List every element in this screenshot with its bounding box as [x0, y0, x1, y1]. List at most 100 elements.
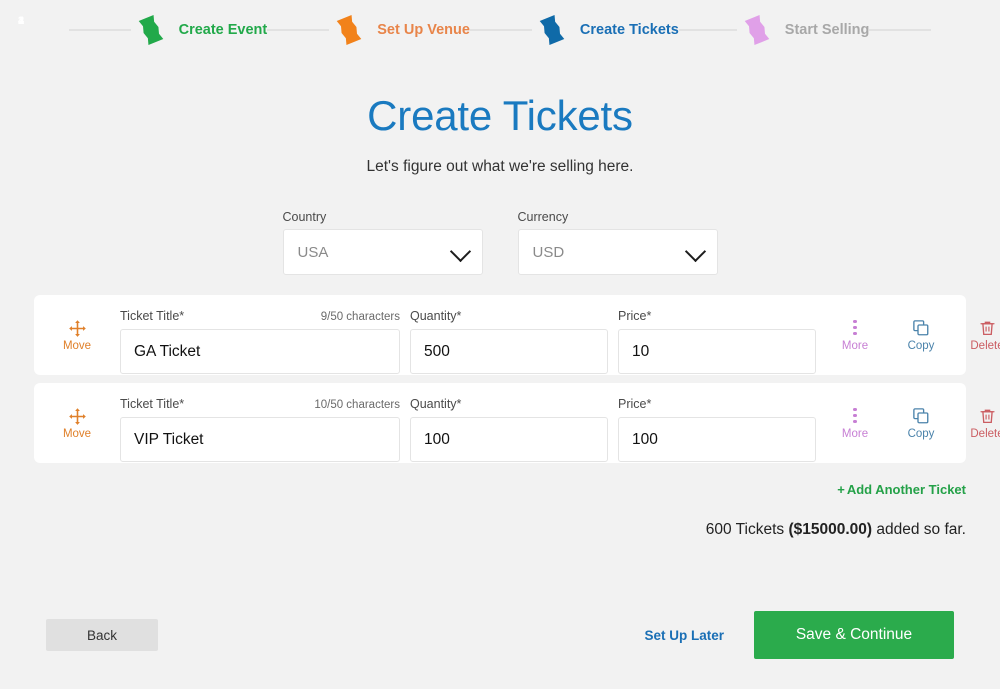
price-value: 10	[632, 343, 649, 361]
copy-icon	[912, 407, 930, 425]
move-handle[interactable]: Move	[34, 407, 120, 440]
price-input[interactable]: 100	[618, 417, 816, 462]
stepper-connector	[869, 29, 931, 31]
quantity-input[interactable]: 500	[410, 329, 608, 374]
stepper-step-3[interactable]: 3 Create Tickets	[532, 10, 679, 50]
add-another-ticket-row: +Add Another Ticket	[0, 471, 1000, 499]
ticket-title-value: GA Ticket	[134, 343, 200, 361]
stepper-step-4[interactable]: 4 Start Selling	[737, 10, 870, 50]
row-actions: More Copy Delete	[832, 407, 1000, 440]
add-another-ticket-button[interactable]: +Add Another Ticket	[837, 482, 966, 497]
copy-button[interactable]: Copy	[898, 407, 944, 440]
step-number: 4	[1, 1, 41, 41]
save-and-continue-button[interactable]: Save & Continue	[754, 611, 954, 659]
delete-label: Delete	[970, 428, 1000, 440]
step-label-create-tickets: Create Tickets	[580, 22, 679, 38]
stepper-step-2[interactable]: 2 Set Up Venue	[329, 10, 470, 50]
currency-field-group: Currency USD	[518, 210, 718, 275]
row-actions: More Copy Delete	[832, 319, 1000, 352]
ticket-icon	[737, 10, 777, 50]
ticket-icon	[131, 10, 171, 50]
currency-label: Currency	[518, 210, 718, 224]
quantity-field-group: Quantity* 100	[410, 397, 608, 462]
summary-amount: ($15000.00)	[788, 521, 872, 538]
footer-actions: Back Set Up Later Save & Continue	[0, 611, 1000, 659]
delete-button[interactable]: Delete	[964, 319, 1000, 352]
move-label: Move	[63, 428, 91, 440]
more-button[interactable]: More	[832, 319, 878, 352]
plus-icon: +	[837, 482, 845, 497]
ticket-icon	[532, 10, 572, 50]
ticket-title-field-group: Ticket Title* 9/50 characters GA Ticket	[120, 309, 400, 374]
ticket-icon	[329, 10, 369, 50]
trash-icon	[979, 407, 996, 425]
copy-button[interactable]: Copy	[898, 319, 944, 352]
move-icon	[68, 407, 87, 426]
locale-settings: Country USA Currency USD	[0, 210, 1000, 275]
chevron-down-icon	[684, 241, 705, 262]
chevron-down-icon	[449, 241, 470, 262]
more-label: More	[842, 340, 868, 352]
quantity-input[interactable]: 100	[410, 417, 608, 462]
character-counter: 9/50 characters	[321, 311, 400, 323]
stepper-step-1[interactable]: 1 Create Event	[131, 10, 268, 50]
quantity-label: Quantity*	[410, 397, 461, 411]
delete-label: Delete	[970, 340, 1000, 352]
copy-label: Copy	[908, 428, 935, 440]
more-vertical-icon	[853, 319, 856, 337]
trash-icon	[979, 319, 996, 337]
more-button[interactable]: More	[832, 407, 878, 440]
page-subtitle: Let's figure out what we're selling here…	[0, 158, 1000, 176]
country-select[interactable]: USA	[283, 229, 483, 275]
copy-label: Copy	[908, 340, 935, 352]
stepper-connector	[267, 29, 329, 31]
price-field-group: Price* 100	[618, 397, 816, 462]
ticket-title-input[interactable]: GA Ticket	[120, 329, 400, 374]
ticket-title-input[interactable]: VIP Ticket	[120, 417, 400, 462]
ticket-title-field-group: Ticket Title* 10/50 characters VIP Ticke…	[120, 397, 400, 462]
country-label: Country	[283, 210, 483, 224]
stepper-connector	[69, 29, 131, 31]
move-icon	[68, 319, 87, 338]
page-title: Create Tickets	[0, 92, 1000, 140]
move-handle[interactable]: Move	[34, 319, 120, 352]
ticket-title-label: Ticket Title*	[120, 309, 184, 323]
stepper-connector	[470, 29, 532, 31]
quantity-label: Quantity*	[410, 309, 461, 323]
quantity-value: 500	[424, 343, 450, 361]
price-field-group: Price* 10	[618, 309, 816, 374]
currency-value: USD	[533, 244, 565, 261]
add-another-ticket-label: Add Another Ticket	[847, 482, 966, 497]
price-label: Price*	[618, 309, 651, 323]
back-button[interactable]: Back	[46, 619, 158, 651]
table-row: Move Ticket Title* 10/50 characters VIP …	[34, 383, 966, 463]
country-value: USA	[298, 244, 329, 261]
quantity-value: 100	[424, 431, 450, 449]
character-counter: 10/50 characters	[314, 399, 400, 411]
footer-right-group: Set Up Later Save & Continue	[644, 611, 954, 659]
currency-select[interactable]: USD	[518, 229, 718, 275]
step-label-create-event: Create Event	[179, 22, 268, 38]
summary-prefix: 600 Tickets	[706, 521, 789, 538]
set-up-later-link[interactable]: Set Up Later	[644, 628, 724, 643]
table-row: Move Ticket Title* 9/50 characters GA Ti…	[34, 295, 966, 375]
step-label-start-selling: Start Selling	[785, 22, 870, 38]
more-label: More	[842, 428, 868, 440]
ticket-title-label: Ticket Title*	[120, 397, 184, 411]
progress-stepper: 1 Create Event 2 Set Up Venue 3 Create T…	[0, 0, 1000, 60]
step-label-set-up-venue: Set Up Venue	[377, 22, 470, 38]
delete-button[interactable]: Delete	[964, 407, 1000, 440]
more-vertical-icon	[853, 407, 856, 425]
tickets-summary: 600 Tickets ($15000.00) added so far.	[0, 499, 1000, 539]
quantity-field-group: Quantity* 500	[410, 309, 608, 374]
summary-suffix: added so far.	[872, 521, 966, 538]
stepper-connector	[679, 29, 737, 31]
ticket-title-value: VIP Ticket	[134, 431, 204, 449]
country-field-group: Country USA	[283, 210, 483, 275]
move-label: Move	[63, 340, 91, 352]
price-value: 100	[632, 431, 658, 449]
copy-icon	[912, 319, 930, 337]
ticket-list: Move Ticket Title* 9/50 characters GA Ti…	[0, 295, 1000, 463]
price-label: Price*	[618, 397, 651, 411]
price-input[interactable]: 10	[618, 329, 816, 374]
